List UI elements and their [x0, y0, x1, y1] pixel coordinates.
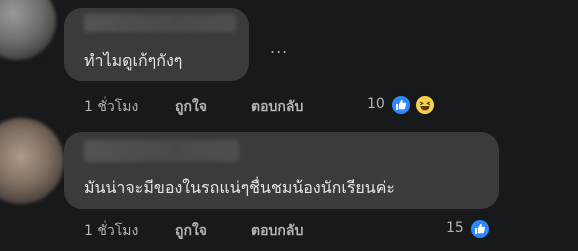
reply-button[interactable]: ตอบกลับ [251, 96, 303, 118]
reply-button[interactable]: ตอบกลับ [251, 220, 303, 242]
haha-icon[interactable] [414, 94, 436, 116]
commenter-name-redacted[interactable] [84, 14, 236, 32]
like-icon[interactable] [390, 94, 412, 116]
comment-text: ทำไมดูเก้ๆกังๆ [84, 51, 183, 70]
comment-timestamp[interactable]: 1 ชั่วโมง [84, 96, 138, 118]
reaction-count[interactable]: 10 [367, 96, 385, 112]
like-button[interactable]: ถูกใจ [175, 220, 207, 242]
more-options-icon[interactable]: ... [270, 38, 288, 57]
reaction-count[interactable]: 15 [446, 220, 464, 236]
comment-timestamp[interactable]: 1 ชั่วโมง [84, 220, 138, 242]
like-button[interactable]: ถูกใจ [175, 96, 207, 118]
comment-text: มันน่าจะมีของในรถแน่ๆชื่นชมน้องนักเรียนค… [84, 178, 396, 197]
commenter-name-redacted[interactable] [84, 140, 239, 162]
like-icon[interactable] [469, 218, 491, 240]
commenter-avatar[interactable] [0, 118, 64, 204]
commenter-avatar[interactable] [0, 0, 56, 60]
